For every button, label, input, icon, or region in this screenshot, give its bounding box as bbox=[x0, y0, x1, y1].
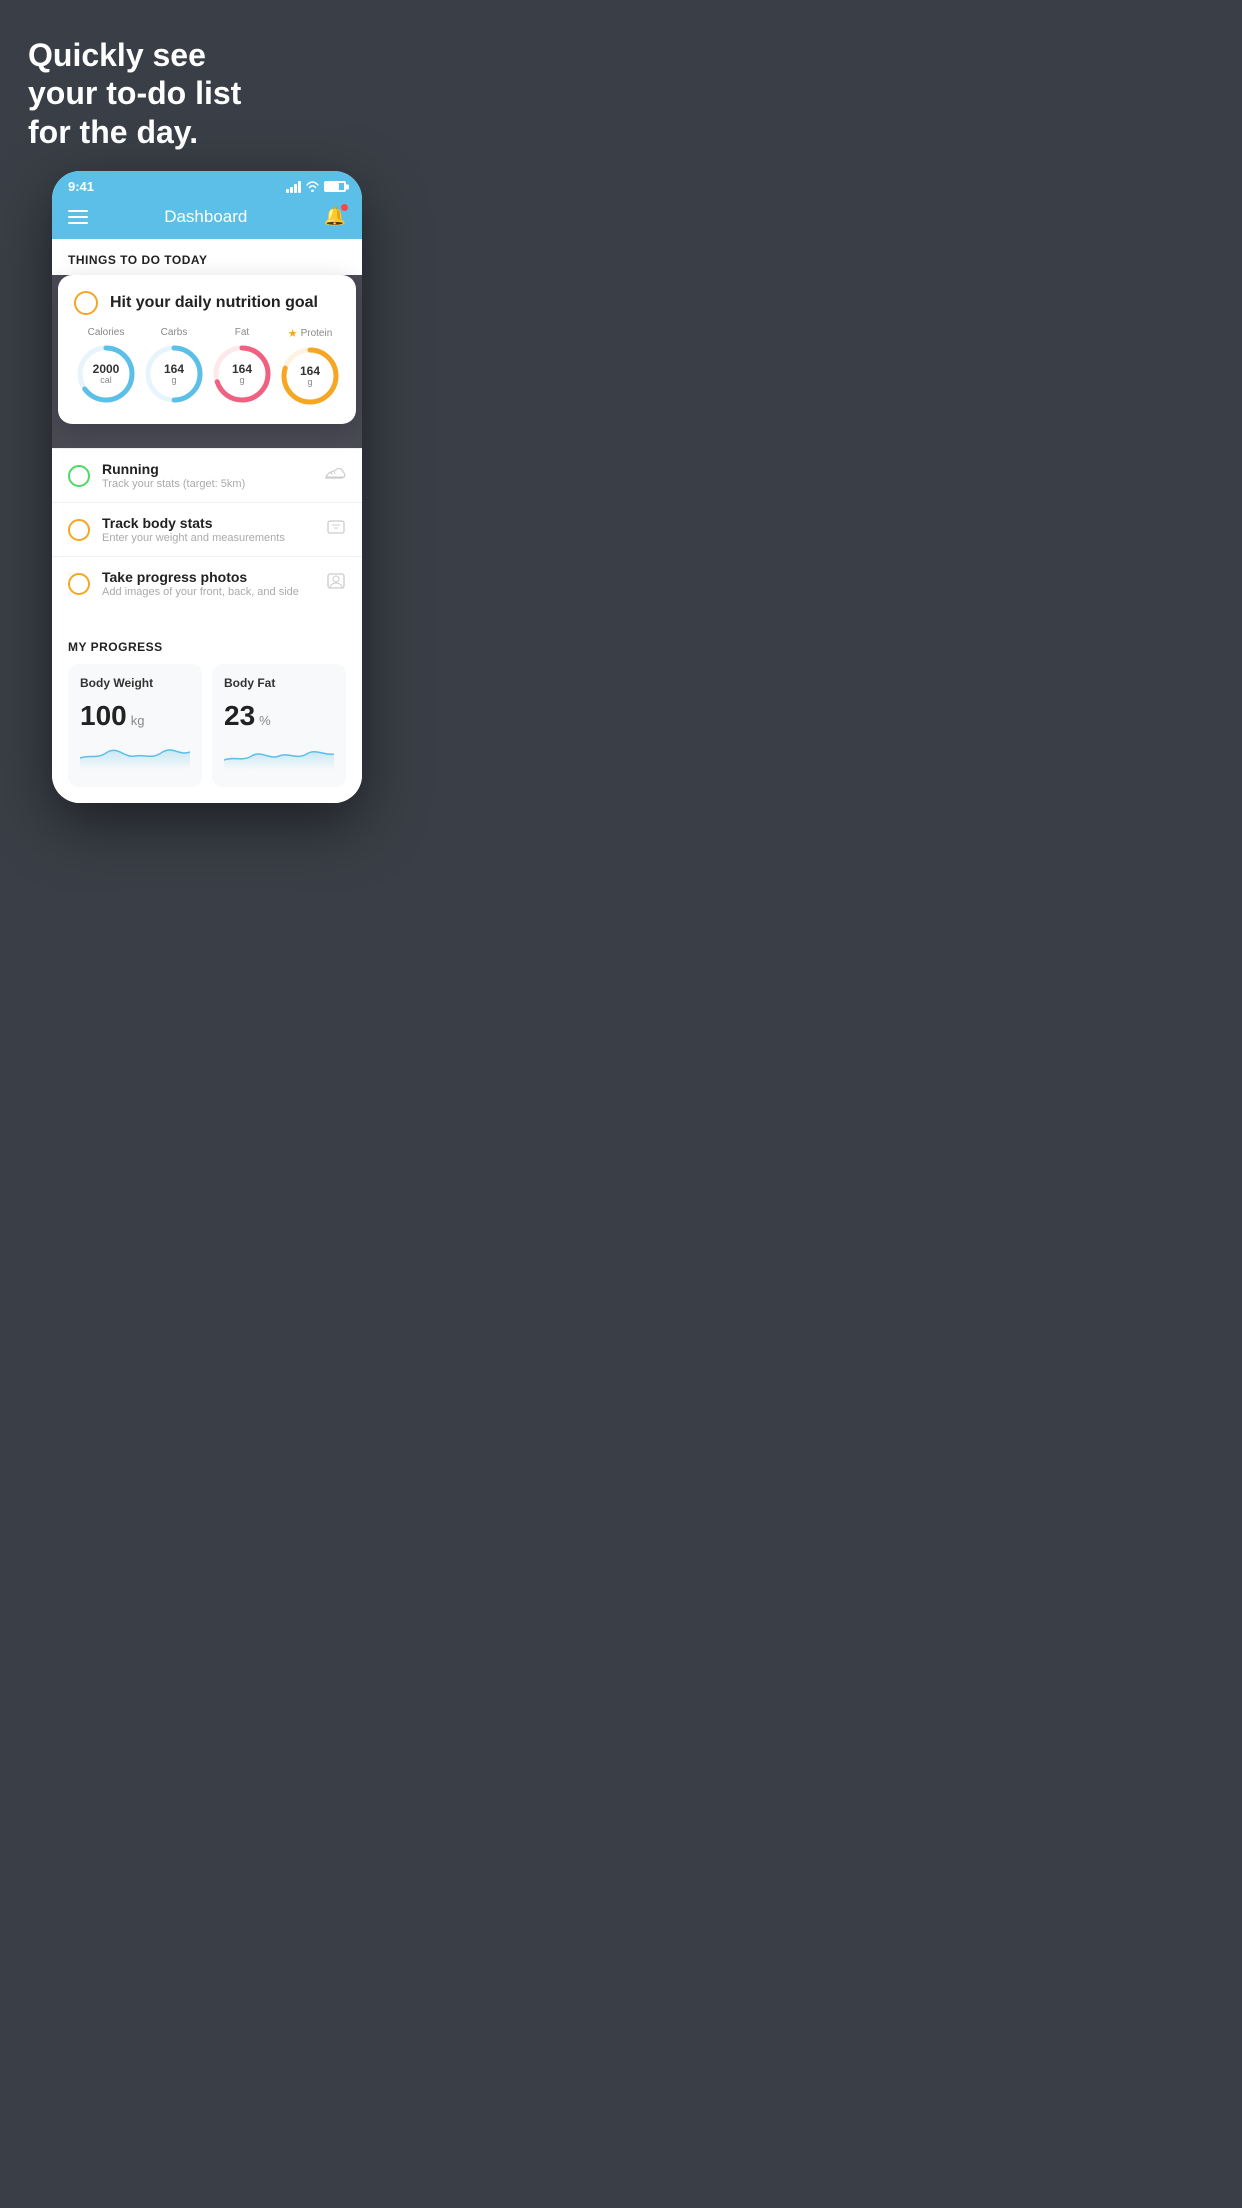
calories-label: Calories bbox=[88, 327, 125, 338]
nav-bar: Dashboard 🔔 bbox=[52, 198, 362, 239]
nav-title: Dashboard bbox=[164, 207, 247, 227]
wifi-icon bbox=[305, 181, 320, 192]
things-section-header: THINGS TO DO TODAY bbox=[52, 239, 362, 275]
carbs-chart: 164 g bbox=[142, 342, 206, 406]
body-stats-check[interactable] bbox=[68, 519, 90, 541]
running-check[interactable] bbox=[68, 465, 90, 487]
protein-chart: 164 g bbox=[278, 344, 342, 408]
card-float-bg: Hit your daily nutrition goal Calories bbox=[52, 275, 362, 448]
todo-list: Running Track your stats (target: 5km) bbox=[52, 448, 362, 610]
photos-check[interactable] bbox=[68, 573, 90, 595]
hero-title: Quickly see your to-do list for the day. bbox=[28, 36, 386, 151]
body-weight-title: Body Weight bbox=[80, 676, 190, 690]
body-stats-text: Track body stats Enter your weight and m… bbox=[102, 515, 314, 544]
phone-screen: 9:41 bbox=[52, 171, 362, 803]
scale-icon bbox=[326, 517, 346, 542]
status-bar: 9:41 bbox=[52, 171, 362, 198]
body-fat-card: Body Fat 23 % bbox=[212, 664, 346, 787]
nutrition-protein: ★ Protein 164 bbox=[278, 327, 342, 408]
fat-label: Fat bbox=[235, 327, 249, 338]
body-stats-subtitle: Enter your weight and measurements bbox=[102, 532, 314, 544]
body-stats-title: Track body stats bbox=[102, 515, 314, 531]
body-weight-sparkline bbox=[80, 742, 190, 770]
running-subtitle: Track your stats (target: 5km) bbox=[102, 478, 312, 490]
body-fat-unit: % bbox=[259, 713, 271, 728]
todo-item-body-stats[interactable]: Track body stats Enter your weight and m… bbox=[52, 502, 362, 556]
photos-subtitle: Add images of your front, back, and side bbox=[102, 586, 314, 598]
body-fat-title: Body Fat bbox=[224, 676, 334, 690]
running-title: Running bbox=[102, 461, 312, 477]
nutrition-card-title: Hit your daily nutrition goal bbox=[110, 294, 318, 312]
person-photo-icon bbox=[326, 571, 346, 596]
body-weight-card: Body Weight 100 kg bbox=[68, 664, 202, 787]
background: Quickly see your to-do list for the day.… bbox=[0, 0, 414, 843]
nutrition-check[interactable] bbox=[74, 291, 98, 315]
running-shoe-icon bbox=[324, 465, 346, 486]
todo-item-running[interactable]: Running Track your stats (target: 5km) bbox=[52, 448, 362, 502]
photos-text: Take progress photos Add images of your … bbox=[102, 569, 314, 598]
nutrition-fat: Fat 164 g bbox=[210, 327, 274, 408]
photos-title: Take progress photos bbox=[102, 569, 314, 585]
app-content: THINGS TO DO TODAY Hit your daily nutrit… bbox=[52, 239, 362, 803]
nutrition-card-header: Hit your daily nutrition goal bbox=[74, 291, 340, 315]
nutrition-calories: Calories 2000 cal bbox=[74, 327, 138, 408]
protein-star-icon: ★ bbox=[288, 327, 298, 340]
nutrition-carbs: Carbs 164 g bbox=[142, 327, 206, 408]
signal-icon bbox=[286, 181, 301, 193]
body-weight-unit: kg bbox=[131, 713, 145, 728]
fat-chart: 164 g bbox=[210, 342, 274, 406]
status-time: 9:41 bbox=[68, 179, 94, 194]
notification-badge bbox=[341, 204, 348, 211]
calories-chart: 2000 cal bbox=[74, 342, 138, 406]
status-icons bbox=[286, 181, 346, 193]
carbs-label: Carbs bbox=[161, 327, 188, 338]
nutrition-card: Hit your daily nutrition goal Calories bbox=[58, 275, 356, 424]
body-fat-sparkline bbox=[224, 742, 334, 770]
nutrition-row: Calories 2000 cal bbox=[74, 327, 340, 408]
running-text: Running Track your stats (target: 5km) bbox=[102, 461, 312, 490]
body-fat-value: 23 % bbox=[224, 700, 334, 732]
menu-button[interactable] bbox=[68, 210, 88, 224]
body-weight-value: 100 kg bbox=[80, 700, 190, 732]
notification-button[interactable]: 🔔 bbox=[324, 206, 346, 227]
protein-label: ★ Protein bbox=[288, 327, 333, 340]
progress-cards: Body Weight 100 kg bbox=[68, 664, 346, 803]
battery-icon bbox=[324, 181, 346, 192]
body-fat-number: 23 bbox=[224, 700, 255, 732]
todo-item-photos[interactable]: Take progress photos Add images of your … bbox=[52, 556, 362, 610]
progress-section-header: MY PROGRESS bbox=[68, 640, 346, 654]
progress-section: MY PROGRESS Body Weight 100 kg bbox=[52, 626, 362, 803]
hero-section: Quickly see your to-do list for the day. bbox=[0, 0, 414, 171]
body-weight-number: 100 bbox=[80, 700, 127, 732]
phone-frame: 9:41 bbox=[52, 171, 362, 803]
